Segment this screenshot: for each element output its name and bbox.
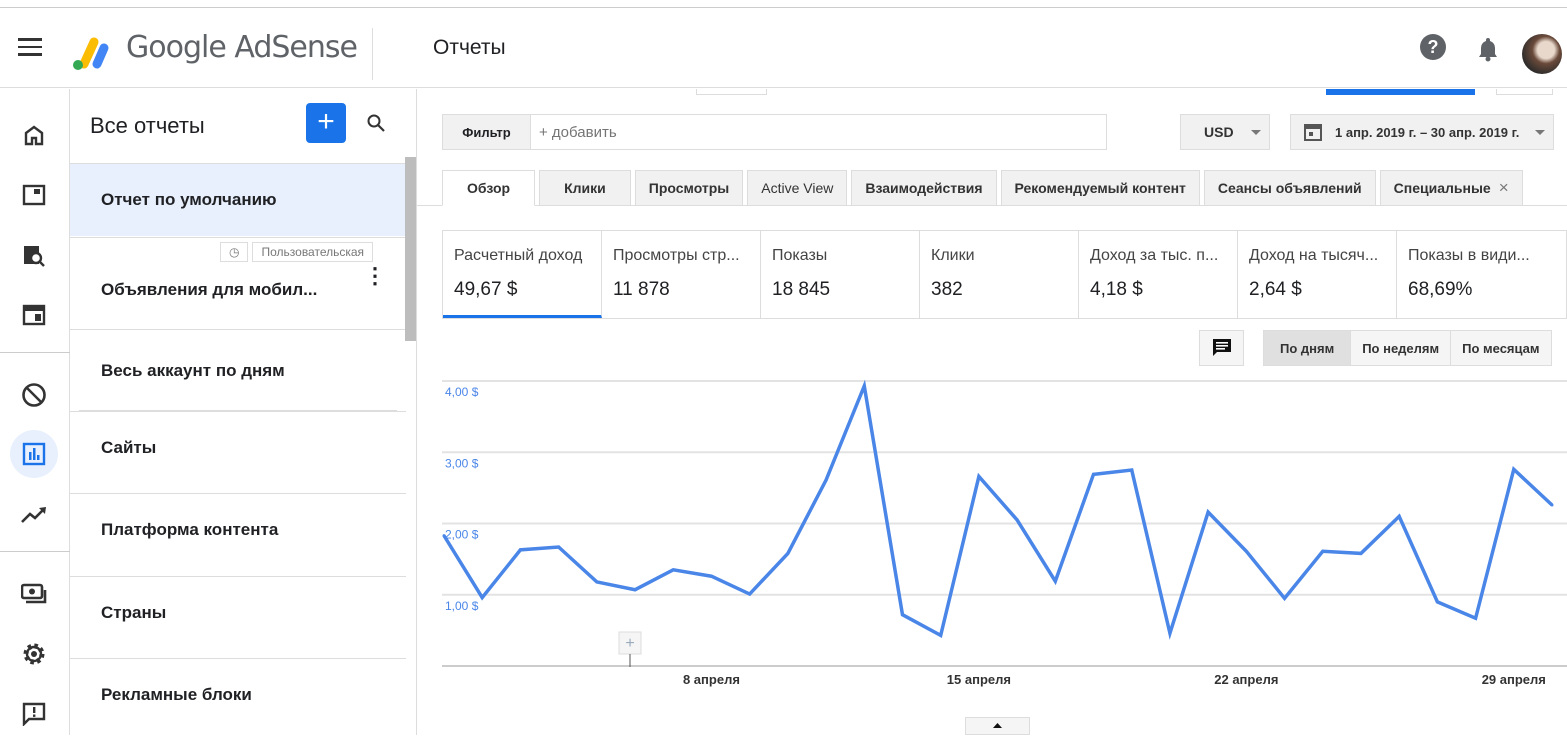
comment-icon [1212, 339, 1231, 356]
add-report-button[interactable]: + [306, 103, 346, 143]
feedback-icon[interactable] [10, 690, 58, 738]
ad-units-icon[interactable] [10, 291, 58, 339]
metric-value: 18 845 [772, 279, 831, 300]
report-item-label: Весь аккаунт по дням [101, 360, 285, 380]
tab-ad-sessions[interactable]: Сеансы объявлений [1203, 170, 1376, 206]
metric-clicks[interactable]: Клики 382 [920, 231, 1079, 318]
tab-overview[interactable]: Обзор [442, 170, 536, 206]
report-item-label: Страны [101, 602, 167, 622]
more-options-icon[interactable]: ⋮ [364, 265, 386, 287]
filter-input[interactable] [531, 115, 1106, 149]
report-item-label: Рекламные блоки [101, 684, 252, 704]
reports-panel-title: Все отчеты [90, 113, 205, 138]
report-item-ad-units[interactable]: Рекламные блоки [70, 658, 406, 730]
reports-panel: Все отчеты + Отчет по умолчанию Объявлен… [70, 89, 417, 735]
settings-gear-icon[interactable] [10, 630, 58, 678]
scrollbar-thumb[interactable] [405, 157, 416, 341]
help-icon[interactable]: ? [1420, 34, 1446, 60]
metric-impression-rpm[interactable]: Доход на тысяч... 2,64 $ [1238, 231, 1397, 318]
hidden-button-edge [696, 89, 767, 95]
report-item-label: Отчет по умолчанию [101, 190, 277, 209]
report-item-default[interactable]: Отчет по умолчанию [70, 163, 406, 236]
metric-value: 68,69% [1408, 279, 1473, 300]
save-button-edge[interactable] [1326, 89, 1475, 95]
metric-value: 382 [931, 279, 963, 300]
tab-recommended-content[interactable]: Рекомендуемый контент [1000, 170, 1200, 206]
home-icon[interactable] [10, 111, 58, 159]
tab-custom[interactable]: Специальные × [1379, 170, 1523, 206]
page-search-icon[interactable] [10, 231, 58, 279]
chevron-down-icon [1251, 129, 1261, 135]
header-divider [372, 28, 373, 80]
date-range-value: 1 апр. 2019 г. – 30 апр. 2019 г. [1335, 124, 1520, 140]
annotation-comment-button[interactable] [1199, 330, 1244, 366]
collapse-chart-button[interactable] [965, 717, 1030, 735]
currency-value: USD [1204, 124, 1234, 140]
metric-name: Клики [931, 247, 975, 264]
clock-icon: ◷ [220, 242, 249, 262]
search-icon[interactable] [366, 113, 386, 133]
metric-estimated-earnings[interactable]: Расчетный доход 49,67 $ [443, 231, 602, 318]
left-navigation [0, 89, 70, 735]
metric-name: Расчетный доход [454, 247, 583, 264]
period-weekly-button[interactable]: По неделям [1351, 331, 1452, 365]
payments-icon[interactable] [10, 570, 58, 618]
report-item-label: Платформа контента [101, 519, 279, 539]
metrics-row: Расчетный доход 49,67 $ Просмотры стр... 1… [442, 230, 1567, 319]
page-title: Отчеты [433, 36, 506, 59]
metric-name: Показы [772, 247, 828, 264]
user-avatar[interactable] [1522, 34, 1562, 74]
metric-page-rpm[interactable]: Доход за тыс. п... 4,18 $ [1079, 231, 1238, 318]
period-toggle: По дням По неделям По месяцам [1263, 330, 1552, 366]
date-range-select[interactable]: 1 апр. 2019 г. – 30 апр. 2019 г. [1290, 114, 1554, 150]
report-item-content-platform[interactable]: Платформа контента [70, 493, 406, 565]
chevron-down-icon [1535, 129, 1545, 135]
metric-value: 49,67 $ [454, 279, 518, 300]
menu-icon[interactable] [18, 38, 42, 56]
report-item-label: Объявления для мобил... [101, 279, 318, 299]
notifications-bell-icon[interactable] [1476, 36, 1500, 62]
report-item-sites[interactable]: Сайты [70, 411, 406, 483]
tab-custom-label: Специальные [1393, 180, 1491, 196]
report-item-countries[interactable]: Страны [70, 576, 406, 648]
report-main: Фильтр USD 1 апр. 2019 г. – 30 апр. 2019… [417, 89, 1567, 735]
nav-divider [0, 551, 70, 552]
close-icon[interactable]: × [1499, 178, 1509, 198]
tab-clicks[interactable]: Клики [539, 170, 631, 206]
app-header: Google AdSense Отчеты ? [0, 8, 1567, 88]
hidden-button-edge [1496, 89, 1553, 95]
ads-icon[interactable] [10, 171, 58, 219]
report-tabs: Обзор Клики Просмотры Active View Взаимо… [442, 170, 1523, 206]
report-tag: ◷ Пользовательская [220, 242, 374, 262]
tab-active-view[interactable]: Active View [747, 170, 848, 206]
metric-name: Показы в види... [1408, 247, 1530, 264]
custom-tag: Пользовательская [252, 242, 374, 262]
filter-label: Фильтр [443, 115, 531, 149]
nav-divider [0, 352, 70, 353]
metric-name: Доход за тыс. п... [1090, 247, 1219, 264]
report-item-account-by-day[interactable]: Весь аккаунт по дням [70, 329, 406, 411]
period-monthly-button[interactable]: По месяцам [1451, 331, 1551, 365]
metric-impressions[interactable]: Показы 18 845 [761, 231, 920, 318]
optimization-trend-icon[interactable] [10, 491, 58, 539]
tab-interactions[interactable]: Взаимодействия [851, 170, 997, 206]
metric-value: 4,18 $ [1090, 279, 1143, 300]
calendar-icon [1304, 124, 1322, 141]
metric-value: 11 878 [613, 279, 670, 300]
reports-icon[interactable] [10, 430, 58, 478]
currency-select[interactable]: USD [1180, 114, 1270, 150]
period-daily-button[interactable]: По дням [1264, 331, 1352, 365]
filter-bar: Фильтр [442, 114, 1107, 150]
block-controls-icon[interactable] [10, 371, 58, 419]
adsense-logo-icon [73, 37, 109, 70]
metric-value: 2,64 $ [1249, 279, 1302, 300]
metric-name: Доход на тысяч... [1249, 247, 1379, 264]
metric-page-views[interactable]: Просмотры стр... 11 878 [602, 231, 761, 318]
report-item-label: Сайты [101, 437, 157, 457]
brand-name: Google AdSense [126, 30, 358, 65]
metric-viewability[interactable]: Показы в види... 68,69% [1397, 231, 1556, 318]
metric-name: Просмотры стр... [613, 247, 740, 264]
caret-up-icon [993, 723, 1002, 728]
tab-views[interactable]: Просмотры [634, 170, 744, 206]
